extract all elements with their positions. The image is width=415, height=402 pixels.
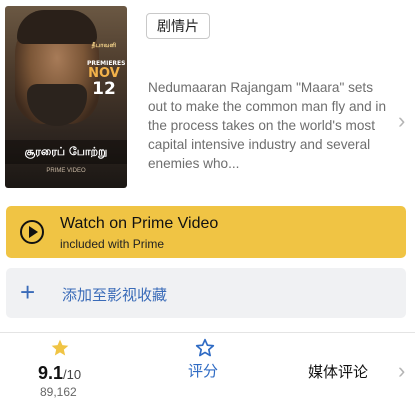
play-icon <box>20 220 44 244</box>
divider <box>0 332 415 333</box>
rating-score: 9.1/10 <box>38 363 81 384</box>
watch-prime-title: Watch on Prime Video <box>60 215 219 232</box>
chevron-right-icon[interactable]: › <box>398 108 405 134</box>
add-to-collection-button[interactable]: + 添加至影视收藏 <box>6 268 406 318</box>
add-to-collection-label: 添加至影视收藏 <box>62 287 168 304</box>
poster-bottom-text: PRIME VIDEO <box>46 168 86 174</box>
poster-title: சூரரைப் போற்று <box>5 140 127 164</box>
poster-hair <box>17 10 97 44</box>
critic-reviews-link[interactable]: 媒体评论 <box>308 361 368 382</box>
poster-brand: தீபாவளி <box>91 42 117 49</box>
movie-poster[interactable]: தீபாவளி PREMIERES NOV 12 சூரரைப் போற்று … <box>5 6 127 188</box>
rate-button[interactable]: 评分 <box>188 360 218 381</box>
synopsis-text[interactable]: Nedumaaran Rajangam "Maara" sets out to … <box>148 78 388 173</box>
rating-value: 9.1 <box>38 363 64 383</box>
plus-icon: + <box>20 277 36 307</box>
chevron-right-icon[interactable]: › <box>398 358 405 384</box>
rating-votes: 89,162 <box>40 385 77 399</box>
genre-tag[interactable]: 剧情片 <box>146 13 210 39</box>
rating-max: /10 <box>63 367 82 382</box>
star-filled-icon <box>51 339 69 356</box>
watch-prime-subtitle: included with Prime <box>60 237 165 251</box>
movie-detail-page: தீபாவளி PREMIERES NOV 12 சூரரைப் போற்று … <box>0 0 415 402</box>
poster-release-day: 12 <box>92 79 116 99</box>
poster-release-info: தீபாவளி PREMIERES NOV 12 <box>87 42 125 99</box>
star-outline-icon[interactable] <box>195 338 215 358</box>
watch-prime-button[interactable]: Watch on Prime Video included with Prime <box>6 206 406 258</box>
movie-header: தீபாவளி PREMIERES NOV 12 சூரரைப் போற்று … <box>0 0 415 200</box>
